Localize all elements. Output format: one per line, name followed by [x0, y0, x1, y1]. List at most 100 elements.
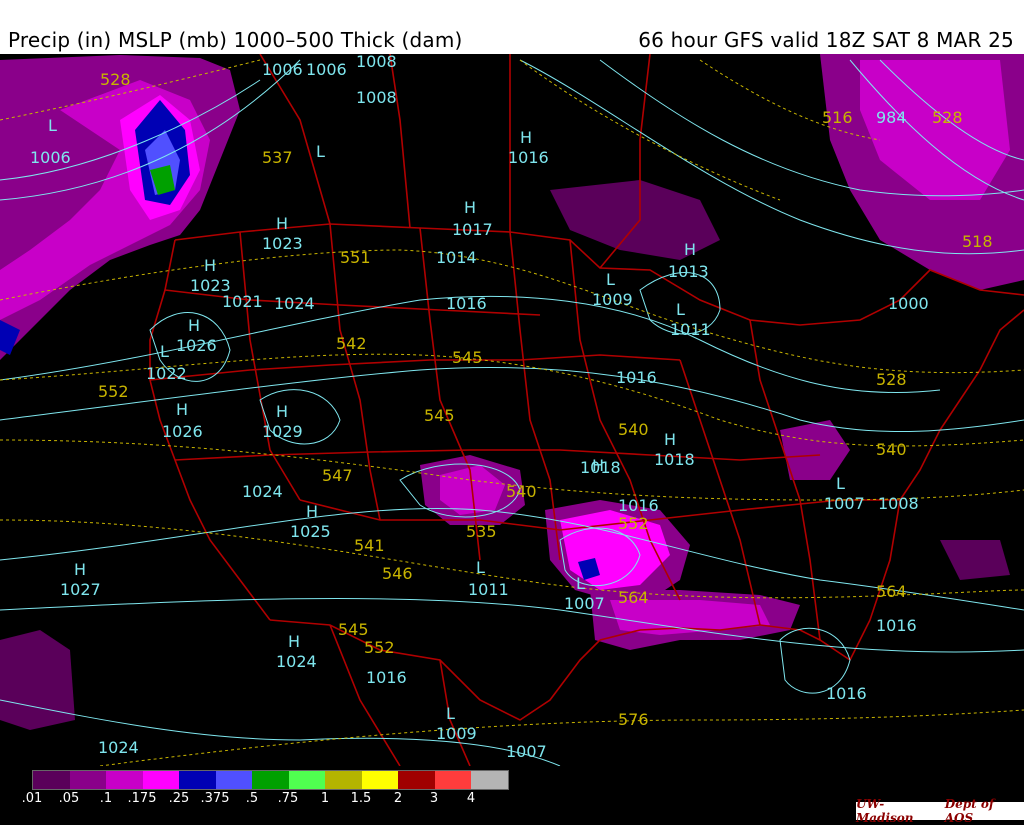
- thickness-label: 528: [100, 70, 131, 89]
- isobar-label: 1011: [468, 580, 509, 599]
- thickness-label: 564: [618, 588, 649, 607]
- thickness-label: 545: [424, 406, 455, 425]
- legend-tick: .75: [277, 791, 299, 806]
- high-pressure-marker: H: [176, 400, 189, 419]
- isobar-label: 1006: [30, 148, 71, 167]
- high-pressure-marker: H: [684, 240, 697, 259]
- thickness-label: 576: [618, 710, 649, 729]
- isobar-label: 1016: [826, 684, 867, 703]
- isobar-label: 1022: [146, 364, 187, 383]
- us-mexico-border: [269, 619, 601, 721]
- thickness-label: 552: [618, 514, 649, 533]
- isobar-label: 1016: [616, 368, 657, 387]
- thickness-label: 528: [876, 370, 907, 389]
- legend-tick: .01: [21, 791, 43, 806]
- isobar-label: 1006: [262, 60, 303, 79]
- legend-tick: 4: [466, 791, 476, 806]
- high-pressure-marker: H: [306, 502, 319, 521]
- high-pressure-marker: H: [276, 214, 289, 233]
- high-pressure-marker: H: [664, 430, 677, 449]
- legend-swatch: [179, 771, 216, 789]
- isobar-label: 1027: [60, 580, 101, 599]
- thickness-label: 516: [822, 108, 853, 127]
- credit-org: UW-Madison: [856, 797, 914, 825]
- precip-color-legend: [32, 770, 509, 790]
- high-pressure-marker: H: [520, 128, 533, 147]
- isobar-label: 1009: [436, 724, 477, 743]
- canada-province-4: [259, 54, 331, 225]
- thickness-label: 540: [876, 440, 907, 459]
- map-header: Precip (in) MSLP (mb) 1000–500 Thick (da…: [0, 0, 1024, 54]
- thickness-label: 528: [932, 108, 963, 127]
- isobar-label: 1024: [274, 294, 315, 313]
- isobar-label: 1006: [306, 60, 347, 79]
- thickness-label: 545: [338, 620, 369, 639]
- legend-tick: .175: [127, 791, 157, 806]
- thickness-label: 545: [452, 348, 483, 367]
- isobar-label: 1016: [508, 148, 549, 167]
- thickness-label: 535: [466, 522, 497, 541]
- high-pressure-marker: H: [288, 632, 301, 651]
- thickness-label: 547: [322, 466, 353, 485]
- legend-swatch: [252, 771, 289, 789]
- isobar-label: 1009: [592, 290, 633, 309]
- thickness-label: 552: [98, 382, 129, 401]
- legend-swatch: [215, 771, 252, 789]
- isobar-label: 1026: [162, 422, 203, 441]
- east-coast: [849, 309, 1024, 661]
- low-pressure-marker: L: [160, 342, 169, 361]
- legend-swatch: [471, 771, 508, 789]
- isobar-label: 1029: [262, 422, 303, 441]
- legend-tick: .05: [58, 791, 80, 806]
- isobar-label: 1008: [356, 52, 397, 71]
- legend-swatch: [69, 771, 106, 789]
- isobar-label: 1007: [564, 594, 605, 613]
- isobar-label: 1007: [824, 494, 865, 513]
- legend-swatch: [288, 771, 325, 789]
- high-pressure-marker: H: [464, 198, 477, 217]
- credit-dept: Dept of AOS: [944, 797, 995, 825]
- isobar-label: 1023: [262, 234, 303, 253]
- high-pressure-marker: H: [592, 456, 605, 475]
- thickness-label: 564: [876, 582, 907, 601]
- thickness-label: 546: [382, 564, 413, 583]
- thickness-label: 537: [262, 148, 293, 167]
- thickness-label: 552: [364, 638, 395, 657]
- high-pressure-marker: H: [188, 316, 201, 335]
- isobar-label: 1000: [888, 294, 929, 313]
- isobar-label: 1021: [222, 292, 263, 311]
- thickness-label: 541: [354, 536, 385, 555]
- isobar-label: 1024: [98, 738, 139, 757]
- low-pressure-marker: L: [676, 300, 685, 319]
- isobar-label: 1016: [446, 294, 487, 313]
- map-title-fields: Precip (in) MSLP (mb) 1000–500 Thick (da…: [8, 28, 463, 52]
- isobar-label: 1016: [876, 616, 917, 635]
- isobar-label: 1024: [242, 482, 283, 501]
- precip-area-pacific-south: [0, 630, 75, 730]
- legend-swatch: [142, 771, 179, 789]
- map-title-valid-time: 66 hour GFS valid 18Z SAT 8 MAR 25: [638, 28, 1014, 52]
- thickness-label: 540: [506, 482, 537, 501]
- isobar-label: 1008: [356, 88, 397, 107]
- thickness-contour: [519, 59, 781, 201]
- thickness-label: 540: [618, 420, 649, 439]
- thickness-label: 518: [962, 232, 993, 251]
- isobar-label: 1018: [654, 450, 695, 469]
- legend-tick: .375: [200, 791, 230, 806]
- legend-swatch: [106, 771, 143, 789]
- isobar-label: 1014: [436, 248, 477, 267]
- weather-map: 1006 1006 1008 1008 1016 1023 1023 1021 …: [0, 54, 1024, 766]
- low-pressure-marker: L: [576, 574, 585, 593]
- legend-swatch: [434, 771, 471, 789]
- high-pressure-marker: H: [74, 560, 87, 579]
- legend-tick: 2: [393, 791, 403, 806]
- legend-tick: 1.5: [350, 791, 372, 806]
- legend-tick: 1: [320, 791, 330, 806]
- isobar-label: 1026: [176, 336, 217, 355]
- low-pressure-marker: L: [476, 558, 485, 577]
- legend-swatch: [325, 771, 362, 789]
- low-pressure-marker: L: [446, 704, 455, 723]
- isobar-label: 1008: [878, 494, 919, 513]
- isobar-label: 1025: [290, 522, 331, 541]
- low-pressure-marker: L: [606, 270, 615, 289]
